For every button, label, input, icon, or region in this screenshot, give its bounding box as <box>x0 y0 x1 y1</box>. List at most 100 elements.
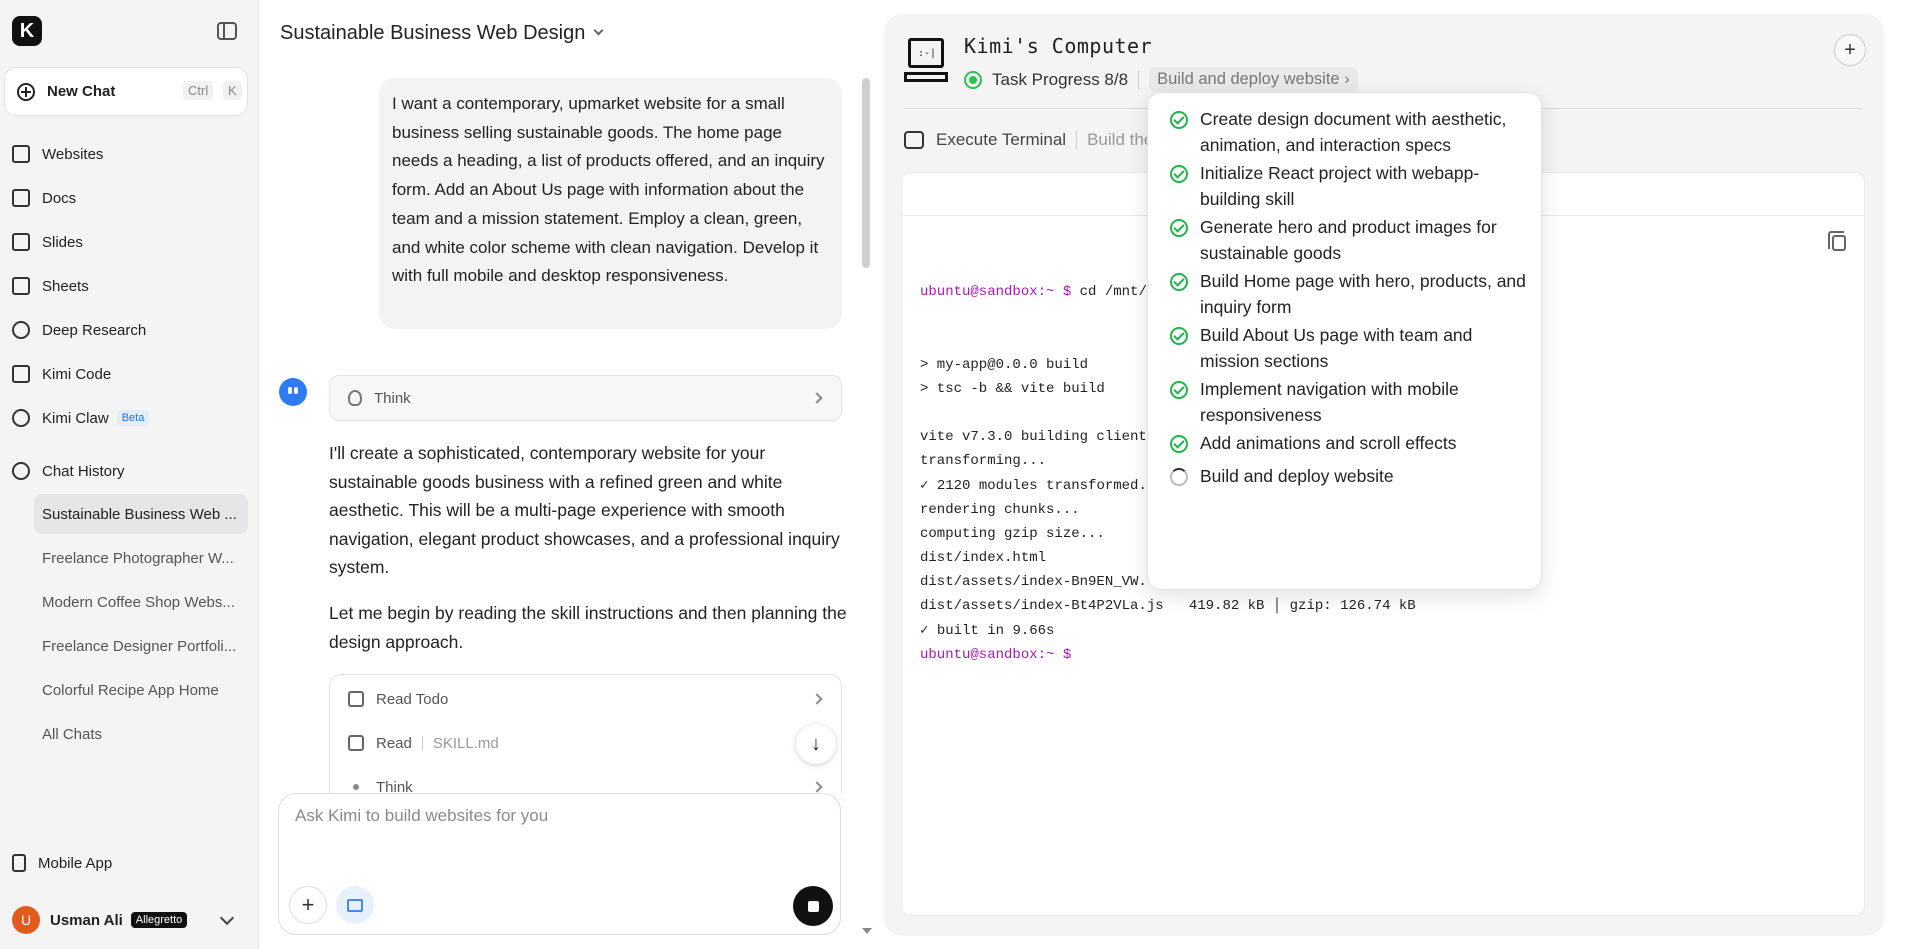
terminal-prompt: ubuntu@sandbox:~ $ <box>920 284 1072 300</box>
spinner-icon <box>1170 468 1188 486</box>
task-item: Build Home page with hero, products, and… <box>1170 269 1530 320</box>
sidebar-item-kimi-claw[interactable]: Kimi Claw Beta <box>12 400 248 436</box>
terminal-text: transforming... <box>920 453 1047 470</box>
chat-history-header[interactable]: Chat History <box>12 453 248 489</box>
sidebar-item-deep-research[interactable]: Deep Research <box>12 312 248 348</box>
history-item[interactable]: Freelance Designer Portfoli... <box>34 626 248 666</box>
lightbulb-icon <box>348 390 362 406</box>
plan-badge: Allegretto <box>130 912 188 928</box>
scroll-down-arrow-icon[interactable] <box>862 928 872 934</box>
terminal-line: ubuntu@sandbox:~ $ <box>920 643 1416 667</box>
beta-badge: Beta <box>116 410 150 426</box>
terminal-text: dist/index.html <box>920 550 1047 567</box>
scroll-to-bottom-button[interactable]: ↓ <box>796 724 836 764</box>
terminal-text: ✓ built in 9.66s <box>920 622 1055 639</box>
copy-icon[interactable] <box>1828 231 1846 251</box>
task-text: Build Home page with hero, products, and… <box>1200 271 1526 317</box>
task-item: Implement navigation with mobile respons… <box>1170 377 1530 428</box>
shortcut-ctrl: Ctrl <box>183 81 214 100</box>
task-progress[interactable]: Task Progress 8/8 Build and deploy websi… <box>964 67 1358 92</box>
assistant-message: Let me begin by reading the skill instru… <box>329 603 847 652</box>
tool-detail: SKILL.md <box>432 734 499 752</box>
all-chats-link[interactable]: All Chats <box>34 714 248 754</box>
terminal-text: computing gzip size... <box>920 525 1105 542</box>
shortcut-k: K <box>223 81 242 100</box>
history-item[interactable]: Modern Coffee Shop Webs... <box>34 582 248 622</box>
assistant-message: I'll create a sophisticated, contemporar… <box>329 443 840 578</box>
terminal-text: ✓ 2120 modules transformed. <box>920 477 1147 494</box>
tool-call-think[interactable]: Think <box>330 769 841 794</box>
mobile-app-link[interactable]: Mobile App <box>12 845 248 881</box>
sidebar-item-kimi-code[interactable]: Kimi Code <box>12 356 248 392</box>
clock-icon <box>12 462 30 480</box>
sidebar-item-label: Sheets <box>42 277 89 295</box>
history-item[interactable]: Freelance Photographer W... <box>34 538 248 578</box>
phone-icon <box>12 854 26 872</box>
tool-call-read-todo[interactable]: Read Todo <box>330 681 841 717</box>
terminal-text: vite v7.3.0 building client <box>920 429 1147 446</box>
task-text: Add animations and scroll effects <box>1200 433 1457 453</box>
document-icon <box>12 189 30 207</box>
document-icon <box>348 735 364 751</box>
panel-add-button[interactable]: + <box>1834 34 1866 66</box>
tool-label: Think <box>376 778 413 795</box>
chat-title[interactable]: Sustainable Business Web Design <box>280 22 604 45</box>
message-input[interactable] <box>295 806 815 826</box>
terminal-text: dist/assets/index-Bn9EN_VW. <box>920 574 1147 591</box>
sidebar-item-docs[interactable]: Docs <box>12 180 248 216</box>
task-item: Add animations and scroll effects <box>1170 431 1530 457</box>
terminal-text: rendering chunks... <box>920 501 1080 518</box>
task-text: Initialize React project with webapp-bui… <box>1200 163 1480 209</box>
new-chat-label: New Chat <box>47 83 116 100</box>
sidebar-item-sheets[interactable]: Sheets <box>12 268 248 304</box>
task-text: Build and deploy website <box>1200 466 1394 486</box>
presentation-icon <box>12 233 30 251</box>
browser-window-icon <box>347 898 363 912</box>
divider <box>1138 70 1140 89</box>
user-menu[interactable]: U Usman Ali Allegretto <box>12 903 248 937</box>
terminal-text: > tsc -b && vite build <box>920 380 1105 397</box>
terminal-text: cd /mnt/ <box>1071 284 1147 300</box>
sidebar-item-websites[interactable]: Websites <box>12 136 248 172</box>
user-name: Usman Ali <box>50 911 123 929</box>
sidebar-item-label: Deep Research <box>42 321 147 339</box>
history-item[interactable]: Sustainable Business Web ... <box>34 494 248 534</box>
task-text: Implement navigation with mobile respons… <box>1200 379 1459 425</box>
execute-terminal-label: Execute Terminal <box>936 130 1067 149</box>
execute-terminal-detail: Build the <box>1087 130 1154 149</box>
task-item: Build and deploy website <box>1170 464 1530 490</box>
chevron-down-icon[interactable] <box>219 910 235 926</box>
chat-history-label: Chat History <box>42 462 125 480</box>
chat-title-text: Sustainable Business Web Design <box>280 22 586 44</box>
avatar: U <box>12 906 40 934</box>
chat-scrollbar[interactable] <box>862 78 870 268</box>
stop-button[interactable] <box>793 886 833 926</box>
website-mode-button[interactable] <box>336 886 374 924</box>
sidebar-item-slides[interactable]: Slides <box>12 224 248 260</box>
sidebar: K New Chat Ctrl K Websites Docs Slides S… <box>0 0 259 949</box>
code-terminal-icon <box>12 365 30 383</box>
tool-calls-list: Read Todo Read SKILL.md Think <box>329 674 842 794</box>
message-composer: + <box>278 793 841 935</box>
computer-title: Kimi's Computer <box>964 34 1153 58</box>
task-item: Create design document with aesthetic, a… <box>1170 107 1530 158</box>
user-message: I want a contemporary, upmarket website … <box>379 78 842 329</box>
history-item[interactable]: Colorful Recipe App Home <box>34 670 248 710</box>
bullet-icon <box>353 784 359 790</box>
think-toggle[interactable]: Think <box>329 375 842 421</box>
check-circle-icon <box>1170 273 1188 291</box>
check-circle-icon <box>1170 381 1188 399</box>
chevron-right-icon <box>811 693 823 705</box>
attach-button[interactable]: + <box>289 886 327 924</box>
kimi-logo[interactable]: K <box>12 16 42 46</box>
plus-circle-icon <box>17 82 35 101</box>
execute-terminal-row[interactable]: Execute Terminal Build the <box>904 130 1153 150</box>
sidebar-toggle-icon[interactable] <box>217 22 237 40</box>
checklist-icon <box>348 691 364 707</box>
research-icon <box>12 321 30 339</box>
current-step-pill[interactable]: Build and deploy website › <box>1149 67 1358 92</box>
check-circle-icon <box>1170 165 1188 183</box>
check-circle-icon <box>1170 435 1188 453</box>
new-chat-button[interactable]: New Chat Ctrl K <box>4 67 248 116</box>
tool-call-read-skill[interactable]: Read SKILL.md <box>330 725 841 761</box>
